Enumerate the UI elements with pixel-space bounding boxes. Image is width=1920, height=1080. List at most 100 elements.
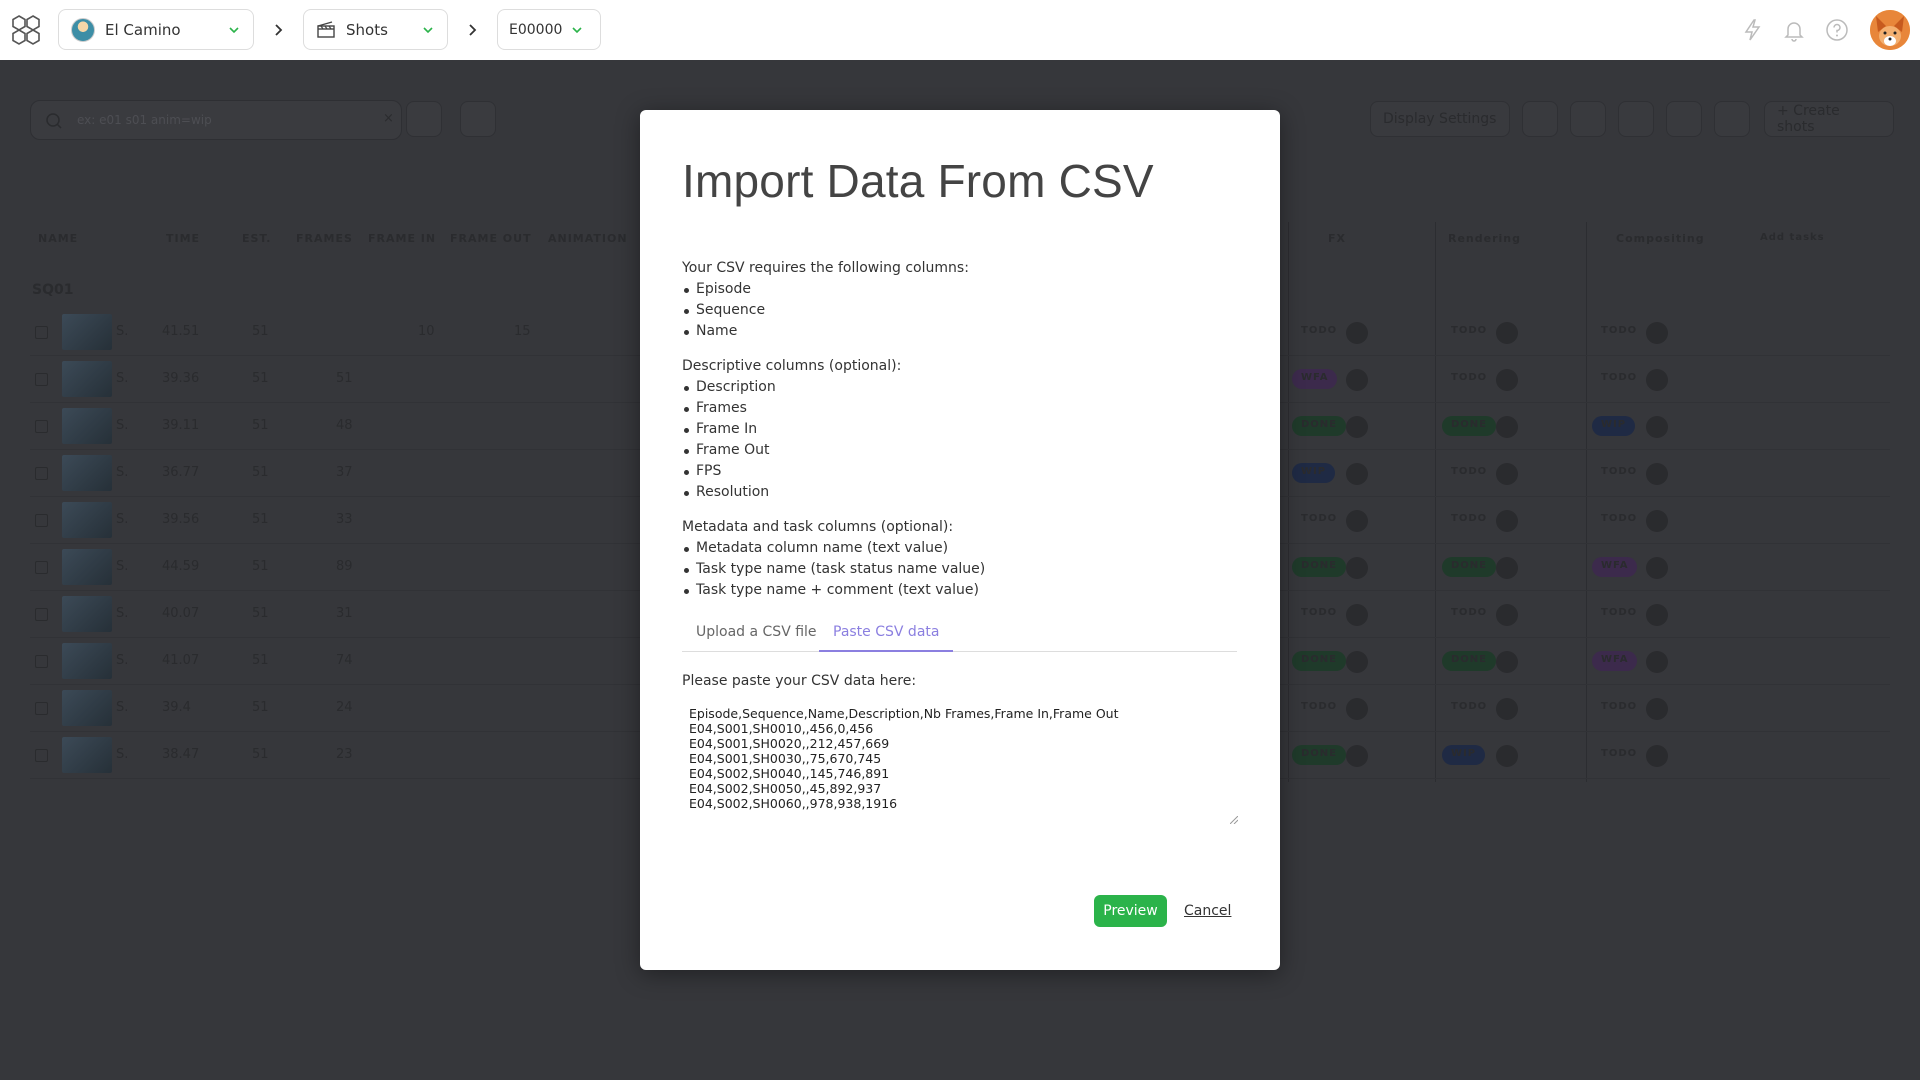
episode-selector[interactable]: E00000	[497, 9, 601, 50]
column-header[interactable]: FRAME OUT	[450, 232, 532, 245]
cancel-button[interactable]: Cancel	[1184, 903, 1231, 919]
column-header[interactable]: FRAMES	[296, 232, 353, 245]
row-checkbox[interactable]	[35, 420, 48, 433]
status-badge[interactable]: TODO	[1592, 698, 1646, 718]
status-badge[interactable]: TODO	[1442, 510, 1496, 530]
toolbar-button[interactable]	[1618, 101, 1654, 137]
status-badge[interactable]: DONE	[1292, 557, 1347, 577]
column-header[interactable]: FX	[1328, 232, 1346, 245]
shot-thumbnail[interactable]	[62, 596, 112, 632]
status-badge[interactable]: TODO	[1592, 745, 1646, 765]
status-badge[interactable]: DONE	[1292, 416, 1347, 436]
shot-thumbnail[interactable]	[62, 361, 112, 397]
shot-thumbnail[interactable]	[62, 408, 112, 444]
csv-textarea[interactable]: Episode,Sequence,Name,Description,Nb Fra…	[682, 700, 1238, 824]
section-selector[interactable]: Shots	[303, 9, 448, 50]
row-checkbox[interactable]	[35, 373, 48, 386]
column-header[interactable]: Compositing	[1616, 232, 1705, 245]
row-checkbox[interactable]	[35, 655, 48, 668]
column-header[interactable]: TIME	[166, 232, 200, 245]
shot-thumbnail[interactable]	[62, 455, 112, 491]
status-badge[interactable]: WFA	[1592, 557, 1638, 577]
status-badge[interactable]: TODO	[1592, 510, 1646, 530]
column-header[interactable]: NAME	[38, 232, 78, 245]
bell-icon[interactable]	[1781, 17, 1807, 43]
list-item: FPS	[682, 461, 901, 482]
status-badge[interactable]: TODO	[1592, 604, 1646, 624]
resize-handle-icon[interactable]	[1230, 816, 1238, 824]
status-badge[interactable]: TODO	[1592, 463, 1646, 483]
status-badge[interactable]: TODO	[1292, 698, 1346, 718]
row-checkbox[interactable]	[35, 608, 48, 621]
folder-icon[interactable]	[40, 150, 60, 170]
save-search-button[interactable]	[406, 101, 442, 137]
status-badge[interactable]: DONE	[1442, 557, 1497, 577]
status-badge[interactable]: WFA	[1592, 651, 1638, 671]
column-header[interactable]: Rendering	[1448, 232, 1521, 245]
shot-name[interactable]: S.	[116, 324, 128, 339]
toolbar-button[interactable]	[1714, 101, 1750, 137]
row-checkbox[interactable]	[35, 514, 48, 527]
status-badge[interactable]: DONE	[1292, 745, 1347, 765]
status-badge[interactable]: TODO	[1442, 322, 1496, 342]
clear-icon[interactable]: ×	[383, 111, 394, 126]
status-badge[interactable]: DONE	[1292, 651, 1347, 671]
status-badge[interactable]: TODO	[1442, 463, 1496, 483]
toolbar-button[interactable]	[1522, 101, 1558, 137]
shot-thumbnail[interactable]	[62, 314, 112, 350]
add-tasks-button[interactable]: Add tasks	[1760, 232, 1825, 243]
shot-name[interactable]: S.	[116, 371, 128, 386]
shot-name[interactable]: S.	[116, 512, 128, 527]
row-checkbox[interactable]	[35, 326, 48, 339]
shot-name[interactable]: S.	[116, 465, 128, 480]
row-checkbox[interactable]	[35, 749, 48, 762]
production-selector[interactable]: El Camino	[58, 9, 254, 50]
shot-name[interactable]: S.	[116, 747, 128, 762]
status-badge[interactable]: TODO	[1292, 510, 1346, 530]
help-icon[interactable]	[1824, 17, 1850, 43]
shot-thumbnail[interactable]	[62, 549, 112, 585]
status-badge[interactable]: DONE	[1442, 416, 1497, 436]
shot-thumbnail[interactable]	[62, 737, 112, 773]
shot-thumbnail[interactable]	[62, 690, 112, 726]
column-header[interactable]: EST.	[242, 232, 271, 245]
display-settings-button[interactable]: Display Settings	[1370, 101, 1510, 137]
status-badge[interactable]: TODO	[1292, 322, 1346, 342]
row-checkbox[interactable]	[35, 702, 48, 715]
status-badge[interactable]: TODO	[1442, 369, 1496, 389]
status-badge[interactable]: TODO	[1442, 604, 1496, 624]
kitsu-logo-icon[interactable]	[8, 12, 44, 48]
column-header[interactable]: FRAME IN	[368, 232, 436, 245]
status-badge[interactable]: TODO	[1592, 369, 1646, 389]
row-checkbox[interactable]	[35, 467, 48, 480]
preview-button[interactable]: Preview	[1094, 895, 1167, 927]
status-badge[interactable]: WIP	[1442, 745, 1486, 765]
row-checkbox[interactable]	[35, 561, 48, 574]
status-badge[interactable]: TODO	[1592, 322, 1646, 342]
shot-name[interactable]: S.	[116, 653, 128, 668]
status-badge[interactable]: TODO	[1292, 604, 1346, 624]
filter-button[interactable]	[460, 101, 496, 137]
shot-thumbnail[interactable]	[62, 502, 112, 538]
status-badge[interactable]: TODO	[1442, 698, 1496, 718]
shot-name[interactable]: S.	[116, 418, 128, 433]
shot-name[interactable]: S.	[116, 559, 128, 574]
toolbar-button[interactable]	[1666, 101, 1702, 137]
shot-thumbnail[interactable]	[62, 643, 112, 679]
lightning-icon[interactable]	[1740, 17, 1766, 43]
create-shots-button[interactable]: + Create shots	[1764, 101, 1894, 137]
list-item: Episode	[682, 279, 969, 300]
shot-name[interactable]: S.	[116, 700, 128, 715]
shot-name[interactable]: S.	[116, 606, 128, 621]
status-badge[interactable]: WIP	[1292, 463, 1336, 483]
column-header[interactable]: ANIMATION	[548, 232, 628, 245]
search-input[interactable]: ex: e01 s01 anim=wip ×	[30, 100, 402, 140]
status-badge[interactable]: DONE	[1442, 651, 1497, 671]
toolbar-button[interactable]	[1570, 101, 1606, 137]
tab-paste-csv[interactable]: Paste CSV data	[819, 624, 954, 652]
status-badge[interactable]: WFA	[1292, 369, 1338, 389]
tab-upload-csv[interactable]: Upload a CSV file	[682, 624, 831, 652]
user-avatar[interactable]	[1870, 10, 1910, 50]
shot-time: 36.77	[162, 465, 200, 480]
status-badge[interactable]: WIP	[1592, 416, 1636, 436]
